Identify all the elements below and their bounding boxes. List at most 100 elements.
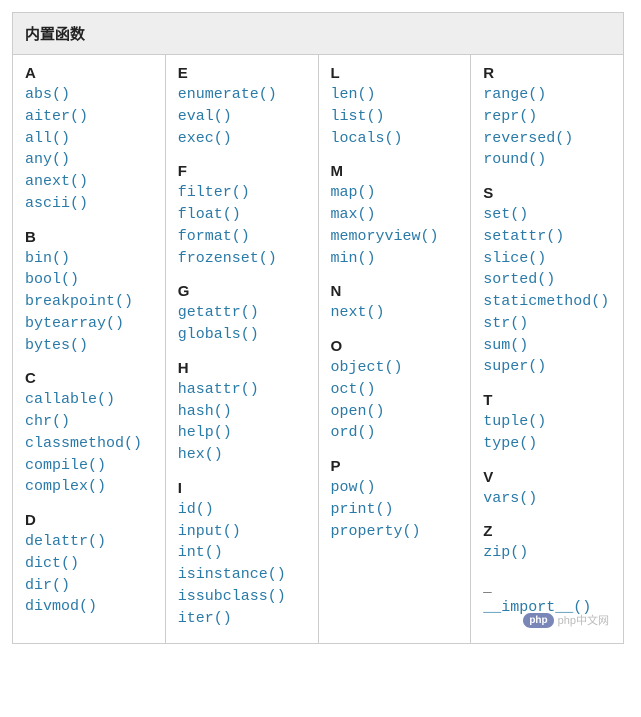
letter-group: Ttuple()type()	[483, 392, 611, 455]
function-link[interactable]: exec()	[178, 128, 306, 150]
group-letter: E	[178, 65, 306, 82]
function-link[interactable]: classmethod()	[25, 433, 153, 455]
function-link[interactable]: delattr()	[25, 531, 153, 553]
letter-group: Iid()input()int()isinstance()issubclass(…	[178, 480, 306, 630]
table-body: Aabs()aiter()all()any()anext()ascii() Bbi…	[13, 55, 623, 643]
function-link[interactable]: super()	[483, 356, 611, 378]
function-link[interactable]: complex()	[25, 476, 153, 498]
function-link[interactable]: map()	[331, 182, 459, 204]
function-link[interactable]: hash()	[178, 401, 306, 423]
column: Eenumerate()eval()exec() Ffilter()float()…	[166, 55, 319, 643]
function-link[interactable]: int()	[178, 542, 306, 564]
letter-group: Ggetattr()globals()	[178, 283, 306, 346]
letter-group: Oobject()oct()open()ord()	[331, 338, 459, 444]
function-link[interactable]: globals()	[178, 324, 306, 346]
group-letter: H	[178, 360, 306, 377]
function-link[interactable]: set()	[483, 204, 611, 226]
function-link[interactable]: len()	[331, 84, 459, 106]
letter-group: Ffilter()float()format()frozenset()	[178, 163, 306, 269]
function-link[interactable]: input()	[178, 521, 306, 543]
function-link[interactable]: callable()	[25, 389, 153, 411]
function-link[interactable]: max()	[331, 204, 459, 226]
function-link[interactable]: memoryview()	[331, 226, 459, 248]
letter-group: Bbin()bool()breakpoint()bytearray()bytes…	[25, 229, 153, 357]
function-link[interactable]: tuple()	[483, 411, 611, 433]
function-link[interactable]: anext()	[25, 171, 153, 193]
group-letter: B	[25, 229, 153, 246]
function-link[interactable]: eval()	[178, 106, 306, 128]
function-link[interactable]: bin()	[25, 248, 153, 270]
function-link[interactable]: compile()	[25, 455, 153, 477]
function-link[interactable]: str()	[483, 313, 611, 335]
function-link[interactable]: bool()	[25, 269, 153, 291]
function-link[interactable]: aiter()	[25, 106, 153, 128]
function-link[interactable]: format()	[178, 226, 306, 248]
function-link[interactable]: help()	[178, 422, 306, 444]
letter-group: Aabs()aiter()all()any()anext()ascii()	[25, 65, 153, 215]
group-letter: V	[483, 469, 611, 486]
function-link[interactable]: chr()	[25, 411, 153, 433]
function-link[interactable]: bytearray()	[25, 313, 153, 335]
function-link[interactable]: list()	[331, 106, 459, 128]
group-letter: L	[331, 65, 459, 82]
function-link[interactable]: dir()	[25, 575, 153, 597]
group-letter: G	[178, 283, 306, 300]
function-link[interactable]: all()	[25, 128, 153, 150]
function-link[interactable]: object()	[331, 357, 459, 379]
function-link[interactable]: round()	[483, 149, 611, 171]
group-letter: N	[331, 283, 459, 300]
function-link[interactable]: frozenset()	[178, 248, 306, 270]
function-link[interactable]: vars()	[483, 488, 611, 510]
function-link[interactable]: setattr()	[483, 226, 611, 248]
function-link[interactable]: range()	[483, 84, 611, 106]
group-letter: S	[483, 185, 611, 202]
function-link[interactable]: reversed()	[483, 128, 611, 150]
letter-group: Hhasattr()hash()help()hex()	[178, 360, 306, 466]
function-link[interactable]: ord()	[331, 422, 459, 444]
function-link[interactable]: filter()	[178, 182, 306, 204]
group-letter: O	[331, 338, 459, 355]
letter-group: Eenumerate()eval()exec()	[178, 65, 306, 149]
function-link[interactable]: isinstance()	[178, 564, 306, 586]
function-link[interactable]: id()	[178, 499, 306, 521]
function-link[interactable]: sum()	[483, 335, 611, 357]
function-link[interactable]: issubclass()	[178, 586, 306, 608]
function-link[interactable]: repr()	[483, 106, 611, 128]
function-link[interactable]: min()	[331, 248, 459, 270]
function-link[interactable]: bytes()	[25, 335, 153, 357]
function-link[interactable]: dict()	[25, 553, 153, 575]
function-link[interactable]: any()	[25, 149, 153, 171]
letter-group: Llen()list()locals()	[331, 65, 459, 149]
function-link[interactable]: float()	[178, 204, 306, 226]
function-link[interactable]: property()	[331, 521, 459, 543]
function-link[interactable]: locals()	[331, 128, 459, 150]
function-link[interactable]: getattr()	[178, 302, 306, 324]
letter-group: Ccallable()chr()classmethod()compile()co…	[25, 370, 153, 498]
function-link[interactable]: oct()	[331, 379, 459, 401]
function-link[interactable]: staticmethod()	[483, 291, 611, 313]
function-link[interactable]: breakpoint()	[25, 291, 153, 313]
group-letter: M	[331, 163, 459, 180]
function-link[interactable]: hasattr()	[178, 379, 306, 401]
function-link[interactable]: abs()	[25, 84, 153, 106]
function-link[interactable]: enumerate()	[178, 84, 306, 106]
function-link[interactable]: zip()	[483, 542, 611, 564]
column: Rrange()repr()reversed()round() Sset()set…	[471, 55, 623, 643]
function-link[interactable]: sorted()	[483, 269, 611, 291]
watermark-text: php中文网	[558, 612, 609, 628]
function-link[interactable]: next()	[331, 302, 459, 324]
group-letter: C	[25, 370, 153, 387]
function-link[interactable]: print()	[331, 499, 459, 521]
function-link[interactable]: ascii()	[25, 193, 153, 215]
group-letter: P	[331, 458, 459, 475]
letter-group: Rrange()repr()reversed()round()	[483, 65, 611, 171]
function-link[interactable]: pow()	[331, 477, 459, 499]
function-link[interactable]: divmod()	[25, 596, 153, 618]
letter-group: Nnext()	[331, 283, 459, 324]
function-link[interactable]: slice()	[483, 248, 611, 270]
letter-group: Vvars()	[483, 469, 611, 510]
function-link[interactable]: type()	[483, 433, 611, 455]
function-link[interactable]: iter()	[178, 608, 306, 630]
function-link[interactable]: hex()	[178, 444, 306, 466]
function-link[interactable]: open()	[331, 401, 459, 423]
